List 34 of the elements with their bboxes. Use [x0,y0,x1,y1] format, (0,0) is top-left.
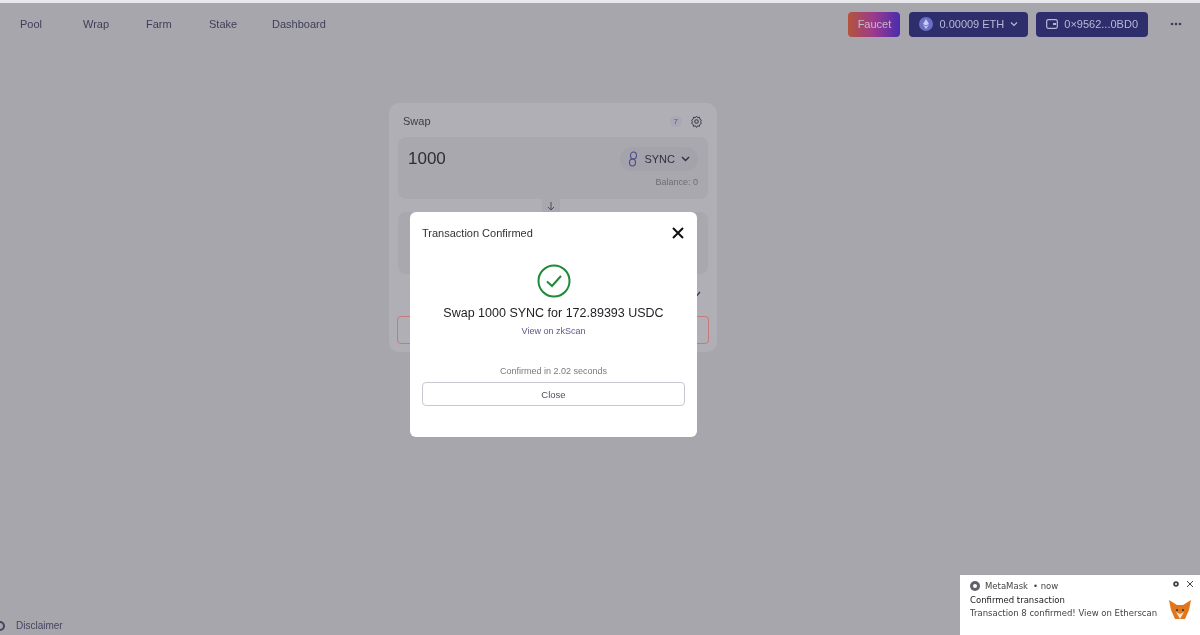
balance-button[interactable]: 0.00009 ETH [909,11,1029,37]
notification-app: MetaMask [985,581,1028,591]
nav-link[interactable]: Farm [146,18,209,30]
confirmation-time: Confirmed in 2.02 seconds [499,366,608,376]
close-icon[interactable] [671,226,685,240]
nav-link[interactable]: Dashboard [272,18,335,30]
close-button[interactable]: Close [422,382,685,406]
disclaimer-link[interactable]: Disclaimer [16,620,63,631]
faucet-button[interactable]: Faucet [848,11,901,37]
arrow-down-icon [547,201,555,211]
notification-title: Confirmed transaction [970,595,1066,605]
token-icon [628,151,639,167]
ethereum-icon [919,17,934,31]
nav-link[interactable]: Pool [20,18,83,30]
settings-icon[interactable] [1172,580,1180,588]
amount-field[interactable]: 1000 [408,149,621,169]
token-selector[interactable]: SYNC [620,147,698,171]
dialog-title: Transaction Confirmed [422,227,534,239]
nav-link[interactable]: Wrap [83,18,146,30]
nav-link[interactable]: Stake [209,18,272,30]
wallet-icon [1046,19,1059,29]
swap-summary: Swap 1000 SYNC for 172.89393 USDC [443,306,664,320]
settings-icon[interactable] [690,114,703,128]
notification-time: • now [1033,581,1059,591]
slippage-badge: 7 [669,115,682,127]
checkmark-circle-icon [536,264,571,298]
wallet-button[interactable]: 0×9562...0BD0 [1036,11,1148,37]
more-icon[interactable] [1170,22,1182,26]
browser-icon [970,581,980,591]
swap-title: Swap [403,115,432,127]
zkscan-link[interactable]: View on zkScan [521,326,586,336]
fox-icon [1168,599,1192,621]
close-icon[interactable] [1186,580,1194,588]
notification-body: Transaction 8 confirmed! View on Etherscan [970,608,1159,618]
